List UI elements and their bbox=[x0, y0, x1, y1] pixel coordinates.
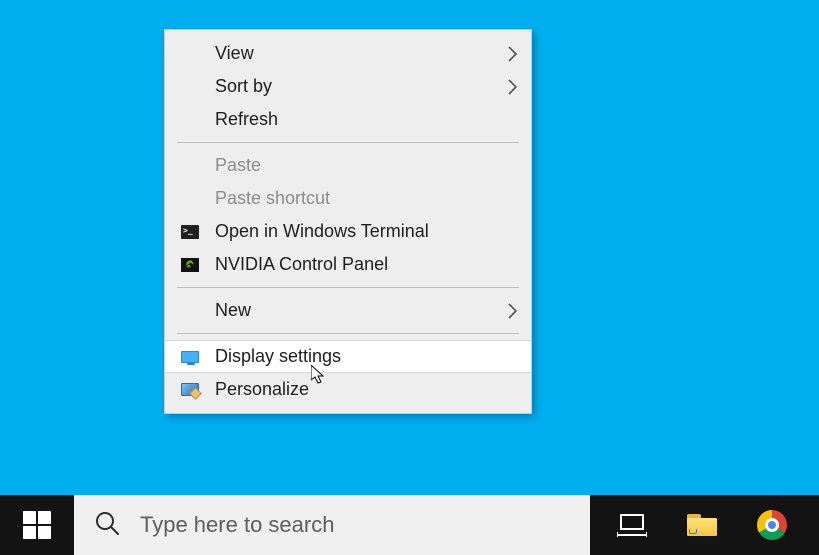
menu-separator bbox=[177, 333, 519, 334]
chevron-right-icon bbox=[507, 300, 519, 322]
chrome-button[interactable] bbox=[754, 507, 790, 543]
menu-item-open-terminal[interactable]: Open in Windows Terminal bbox=[165, 215, 531, 248]
taskbar: Type here to search bbox=[0, 495, 819, 555]
chrome-icon bbox=[757, 510, 787, 540]
task-view-icon bbox=[617, 513, 647, 537]
task-view-button[interactable] bbox=[614, 507, 650, 543]
chevron-right-icon bbox=[507, 76, 519, 98]
search-icon bbox=[94, 510, 120, 541]
menu-item-label: Open in Windows Terminal bbox=[215, 221, 531, 242]
file-explorer-icon bbox=[687, 514, 717, 536]
menu-item-label: Paste bbox=[215, 155, 531, 176]
personalize-icon bbox=[165, 383, 215, 396]
menu-item-label: Paste shortcut bbox=[215, 188, 531, 209]
menu-item-label: NVIDIA Control Panel bbox=[215, 254, 531, 275]
menu-item-label: Display settings bbox=[215, 346, 531, 367]
chevron-right-icon bbox=[507, 43, 519, 65]
menu-item-personalize[interactable]: Personalize bbox=[165, 373, 531, 406]
menu-item-label: New bbox=[215, 300, 531, 321]
menu-item-new[interactable]: New bbox=[165, 294, 531, 327]
menu-item-display-settings[interactable]: Display settings bbox=[165, 340, 531, 373]
menu-item-label: View bbox=[215, 43, 531, 64]
display-icon bbox=[165, 351, 215, 363]
menu-item-paste-shortcut: Paste shortcut bbox=[165, 182, 531, 215]
start-button[interactable] bbox=[0, 495, 74, 555]
nvidia-icon bbox=[165, 258, 215, 272]
terminal-icon bbox=[165, 225, 215, 239]
menu-item-paste: Paste bbox=[165, 149, 531, 182]
menu-item-nvidia-control-panel[interactable]: NVIDIA Control Panel bbox=[165, 248, 531, 281]
taskbar-app-icons bbox=[590, 495, 819, 555]
menu-item-label: Refresh bbox=[215, 109, 531, 130]
taskbar-search-box[interactable]: Type here to search bbox=[74, 495, 590, 555]
menu-separator bbox=[177, 142, 519, 143]
menu-separator bbox=[177, 287, 519, 288]
menu-item-sort-by[interactable]: Sort by bbox=[165, 70, 531, 103]
desktop-context-menu[interactable]: View Sort by Refresh Paste Paste shortcu… bbox=[164, 29, 532, 414]
menu-item-refresh[interactable]: Refresh bbox=[165, 103, 531, 136]
search-placeholder-text: Type here to search bbox=[140, 512, 574, 538]
menu-item-label: Personalize bbox=[215, 379, 531, 400]
windows-logo-icon bbox=[23, 511, 51, 539]
menu-item-view[interactable]: View bbox=[165, 37, 531, 70]
file-explorer-button[interactable] bbox=[684, 507, 720, 543]
menu-item-label: Sort by bbox=[215, 76, 531, 97]
